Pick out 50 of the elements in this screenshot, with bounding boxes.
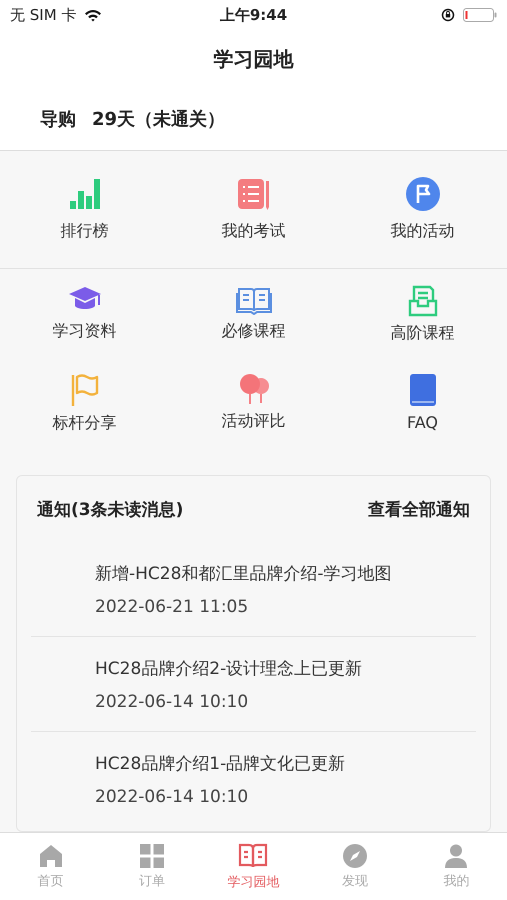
menu-item[interactable]: 我的活动 — [338, 177, 507, 242]
rotation-lock-icon — [441, 8, 455, 22]
flag-icon — [70, 373, 100, 407]
menu-label: 必修课程 — [222, 321, 286, 342]
notice-title: 新增-HC28和都汇里品牌介绍-学习地图 — [95, 562, 392, 584]
menu-item[interactable]: 学习资料 — [0, 285, 169, 373]
notice-item[interactable]: 新增-HC28和都汇里品牌介绍-学习地图 2022-06-21 11:05 — [31, 542, 476, 637]
tab-item[interactable]: 学习园地 — [213, 842, 294, 890]
carrier-label: 无 SIM 卡 — [10, 6, 76, 24]
days-status: 29天（未通关） — [92, 108, 226, 131]
open-book-icon — [238, 842, 268, 868]
open-book-icon — [236, 285, 272, 315]
role-label: 导购 — [40, 108, 76, 131]
notice-heading: 通知(3条未读消息) — [37, 498, 184, 520]
page-title: 学习园地 — [214, 46, 294, 72]
grid-icon — [140, 844, 164, 868]
bar-chart-icon — [68, 177, 102, 211]
notice-item[interactable]: HC28品牌介绍2-设计理念上已更新 2022-06-14 10:10 — [31, 637, 476, 732]
battery-icon — [463, 8, 497, 22]
menu-label: 学习资料 — [52, 321, 116, 342]
compass-icon — [342, 844, 367, 868]
notice-time: 2022-06-14 10:10 — [95, 786, 250, 806]
menu-label: FAQ — [407, 413, 438, 432]
menu-label: 高阶课程 — [390, 323, 454, 344]
menu-item[interactable]: FAQ — [338, 373, 507, 459]
person-icon — [444, 844, 468, 868]
home-icon — [38, 844, 63, 868]
notice-time: 2022-06-21 11:05 — [95, 596, 250, 616]
flag-icon — [406, 177, 440, 211]
menu-label: 标杆分享 — [52, 413, 116, 434]
menu-item[interactable]: 我的考试 — [169, 177, 338, 242]
menu-item[interactable]: 排行榜 — [0, 177, 169, 242]
inbox-document-icon — [408, 285, 438, 317]
menu-item[interactable]: 必修课程 — [169, 285, 338, 373]
menu-label: 我的活动 — [390, 221, 454, 242]
notice-title: HC28品牌介绍2-设计理念上已更新 — [95, 658, 362, 680]
menu-label: 排行榜 — [60, 221, 108, 242]
menu-label: 我的考试 — [222, 221, 286, 242]
menu-item[interactable]: 标杆分享 — [0, 373, 169, 459]
faq-book-icon — [408, 373, 436, 407]
menu-item[interactable]: 高阶课程 — [338, 285, 507, 373]
notebook-icon — [236, 177, 270, 211]
wifi-icon — [84, 8, 102, 22]
menu-label: 活动评比 — [222, 411, 286, 432]
notice-title: HC28品牌介绍1-品牌文化已更新 — [95, 752, 346, 774]
notice-time: 2022-06-14 10:10 — [95, 692, 250, 712]
menu-item[interactable]: 活动评比 — [169, 373, 338, 459]
clock-time: 上午9:44 — [220, 6, 288, 24]
notice-item[interactable]: HC28品牌介绍1-品牌文化已更新 2022-06-14 10:10 — [31, 732, 476, 826]
view-all-link[interactable]: 查看全部通知 — [368, 498, 470, 520]
